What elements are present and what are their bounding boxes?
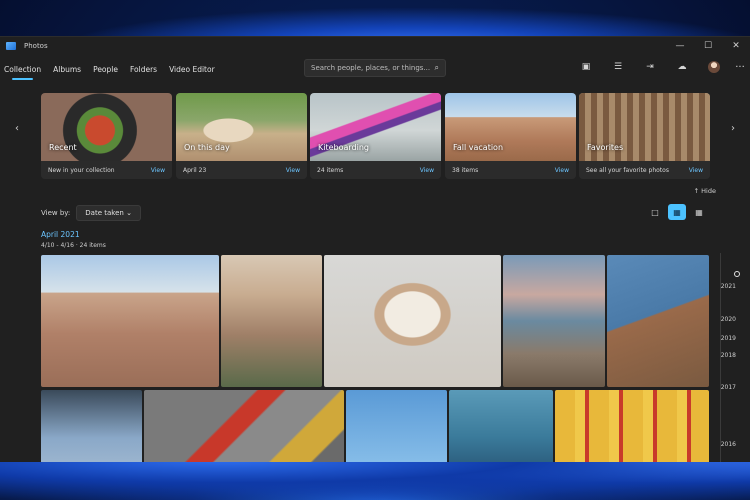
photo-dog-chair[interactable] <box>324 255 501 387</box>
memories-carousel: ‹ Recent New in your collection View On … <box>0 93 750 181</box>
tab-collection[interactable]: Collection <box>4 61 41 80</box>
photos-window: Photos — ☐ ✕ Collection Albums People Fo… <box>0 36 750 462</box>
memory-title: Fall vacation <box>453 143 504 152</box>
memory-title: Kiteboarding <box>318 143 369 152</box>
arrow-up-icon: ↑ <box>693 187 700 195</box>
photo-paris-street[interactable] <box>221 255 322 387</box>
memory-card-recent[interactable]: Recent New in your collection View <box>41 93 172 179</box>
memory-title: On this day <box>184 143 230 152</box>
memory-subtitle: 38 items <box>452 166 479 174</box>
desktop-wallpaper <box>0 0 750 40</box>
photo-sea-cliff[interactable] <box>607 255 709 387</box>
search-placeholder: Search people, places, or things... <box>311 64 431 72</box>
medium-grid-icon[interactable]: ▦ <box>668 204 686 220</box>
memory-title: Recent <box>49 143 77 152</box>
chevron-down-icon: ⌄ <box>126 209 132 217</box>
photo-coast-sunset[interactable] <box>503 255 605 387</box>
memory-card-favorites[interactable]: Favorites See all your favorite photos V… <box>579 93 710 179</box>
memory-view-link[interactable]: View <box>555 167 569 174</box>
photo-aerial-red-beam[interactable] <box>144 390 344 462</box>
import-icon[interactable]: ⇥ <box>634 62 666 72</box>
timeline-scrubber[interactable]: 2021 2020 2019 2018 2017 2016 <box>720 253 744 462</box>
view-by-value: Date taken <box>85 209 124 217</box>
tab-albums[interactable]: Albums <box>53 61 81 78</box>
timeline-year[interactable]: 2021 <box>721 283 736 290</box>
timeline-position-icon[interactable] <box>734 271 740 277</box>
search-icon[interactable]: ⌕ <box>435 63 439 73</box>
view-by-dropdown[interactable]: Date taken ⌄ <box>76 205 141 221</box>
memory-view-link[interactable]: View <box>689 167 703 174</box>
layout-switcher: □ ▦ ▦ <box>642 204 708 220</box>
nav-bar: Collection Albums People Folders Video E… <box>0 55 750 83</box>
single-view-icon[interactable]: □ <box>646 204 664 220</box>
slideshow-icon[interactable]: ▣ <box>570 62 602 72</box>
maximize-button[interactable]: ☐ <box>694 41 722 51</box>
minimize-button[interactable]: — <box>666 41 694 51</box>
hide-label: Hide <box>701 187 716 195</box>
timeline-year[interactable]: 2017 <box>721 384 736 391</box>
memory-title: Favorites <box>587 143 624 152</box>
photos-app-icon <box>6 42 16 50</box>
photo-diver[interactable] <box>449 390 553 462</box>
memory-subtitle: April 23 <box>183 166 207 174</box>
memory-card-kiteboarding[interactable]: Kiteboarding 24 items View <box>310 93 441 179</box>
timeline-year[interactable]: 2016 <box>721 441 736 448</box>
tab-people[interactable]: People <box>93 61 118 78</box>
tab-video-editor[interactable]: Video Editor <box>169 61 215 78</box>
memory-view-link[interactable]: View <box>420 167 434 174</box>
tab-folders[interactable]: Folders <box>130 61 157 78</box>
onedrive-icon[interactable]: ☁ <box>666 62 698 72</box>
group-month: April 2021 <box>41 230 80 239</box>
small-grid-icon[interactable]: ▦ <box>690 204 708 220</box>
memory-subtitle: New in your collection <box>48 166 115 174</box>
timeline-year[interactable]: 2020 <box>721 316 736 323</box>
select-icon[interactable]: ☰ <box>602 62 634 72</box>
view-by-control: View by: Date taken ⌄ <box>41 205 141 221</box>
memory-subtitle: See all your favorite photos <box>586 166 669 174</box>
close-button[interactable]: ✕ <box>722 41 750 51</box>
memory-subtitle: 24 items <box>317 166 344 174</box>
desktop-wallpaper-bottom <box>0 460 750 500</box>
carousel-next-icon[interactable]: › <box>731 123 735 134</box>
more-options-icon[interactable]: ··· <box>730 62 750 73</box>
group-range: 4/10 - 4/16 · 24 items <box>41 242 106 249</box>
app-title: Photos <box>24 42 48 50</box>
timeline-year[interactable]: 2018 <box>721 352 736 359</box>
photo-rocks-hiker[interactable] <box>41 255 219 387</box>
memory-view-link[interactable]: View <box>151 167 165 174</box>
timeline-year[interactable]: 2019 <box>721 335 736 342</box>
memory-card-fall-vacation[interactable]: Fall vacation 38 items View <box>445 93 576 179</box>
photo-eiffel-arch[interactable] <box>41 390 142 462</box>
carousel-prev-icon[interactable]: ‹ <box>15 123 19 134</box>
memory-card-on-this-day[interactable]: On this day April 23 View <box>176 93 307 179</box>
memory-view-link[interactable]: View <box>286 167 300 174</box>
search-input[interactable]: Search people, places, or things... ⌕ <box>304 59 446 77</box>
photo-yellow-building[interactable] <box>555 390 709 462</box>
avatar[interactable] <box>708 61 720 73</box>
hide-memories-button[interactable]: ↑ Hide <box>694 187 716 195</box>
title-bar[interactable]: Photos — ☐ ✕ <box>0 37 750 55</box>
photo-sky-structure[interactable] <box>346 390 447 462</box>
view-by-label: View by: <box>41 209 71 217</box>
